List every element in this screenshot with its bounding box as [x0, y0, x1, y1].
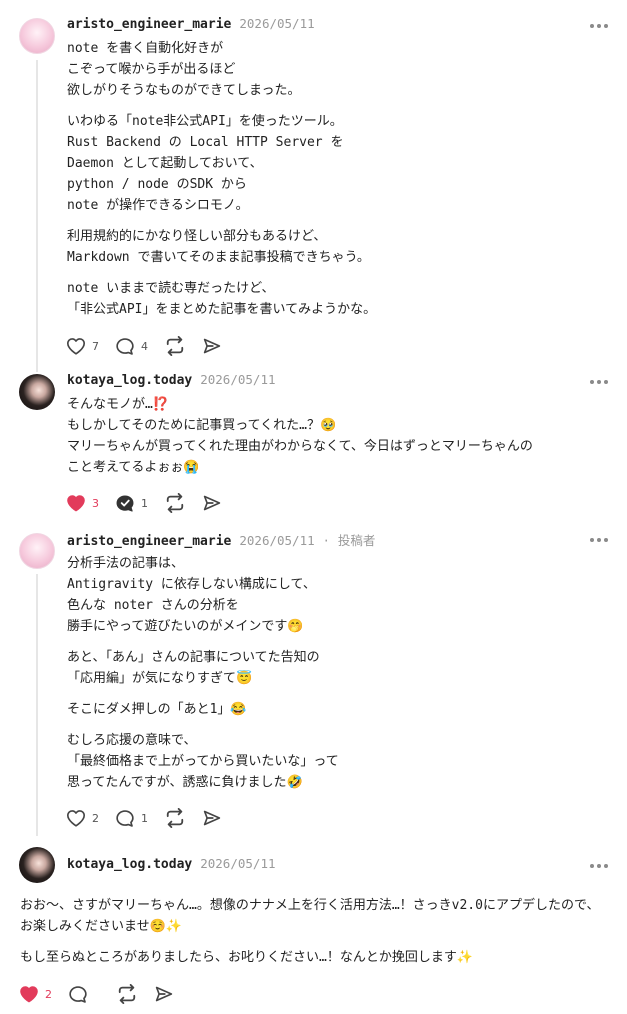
- more-dots-icon[interactable]: [590, 863, 608, 869]
- comment-date: 2026/05/11: [200, 856, 276, 871]
- comment-body: 分析手法の記事は、 Antigravity に依存しない構成にして、 色んな n…: [67, 553, 612, 803]
- comment-actions: 3 1: [66, 491, 238, 515]
- paragraph: そこにダメ押しの「あと1」😂: [67, 702, 247, 717]
- like-button[interactable]: 3: [66, 494, 99, 512]
- comment-body: おお〜、さすがマリーちゃん…。想像のナナメ上を行く活用方法…！さっきv2.0にア…: [20, 895, 610, 978]
- like-button[interactable]: 2: [66, 809, 99, 827]
- reply-button[interactable]: 1: [115, 494, 148, 513]
- comment-actions: 2 1: [66, 806, 238, 830]
- repost-button[interactable]: [164, 336, 186, 356]
- paragraph: note いままで読む専だったけど、 「非公式API」をまとめた記事を書いてみよ…: [67, 281, 377, 317]
- repost-icon: [166, 493, 184, 513]
- like-count: 3: [92, 496, 99, 510]
- author-badge: 投稿者: [337, 533, 376, 548]
- more-dots-icon[interactable]: [590, 537, 608, 543]
- share-button[interactable]: [202, 809, 222, 827]
- reply-button[interactable]: [68, 985, 100, 1004]
- heart-icon: [67, 495, 85, 512]
- paragraph: おお〜、さすがマリーちゃん…。想像のナナメ上を行く活用方法…！さっきv2.0にア…: [20, 898, 600, 934]
- send-icon: [203, 495, 221, 511]
- thread-line: [36, 574, 38, 836]
- reply-count: 1: [141, 496, 148, 510]
- like-button[interactable]: 2: [19, 985, 52, 1003]
- heart-icon: [67, 810, 85, 827]
- paragraph: 分析手法の記事は、 Antigravity に依存しない構成にして、 色んな n…: [67, 556, 316, 634]
- heart-icon: [20, 986, 38, 1003]
- comment-date: 2026/05/11: [200, 372, 276, 387]
- send-icon: [155, 986, 173, 1002]
- thread-line: [36, 60, 38, 372]
- comment-date: 2026/05/11: [239, 16, 315, 31]
- repost-button[interactable]: [164, 808, 186, 828]
- reply-button[interactable]: 4: [115, 337, 148, 356]
- username[interactable]: kotaya_log.today: [67, 857, 192, 872]
- username[interactable]: aristo_engineer_marie: [67, 17, 231, 32]
- paragraph: note を書く自動化好きが こぞって喉から手が出るほど 欲しがりそうなものがで…: [67, 41, 301, 98]
- paragraph: そんなモノが…⁉️ もしかしてそのために記事買ってくれた…？🥹 マリーちゃんが買…: [67, 397, 533, 475]
- like-count: 2: [92, 811, 99, 825]
- avatar[interactable]: [19, 847, 55, 883]
- separator-dot: ·: [322, 534, 330, 548]
- comment-body: そんなモノが…⁉️ もしかしてそのために記事買ってくれた…？🥹 マリーちゃんが買…: [67, 394, 612, 488]
- paragraph: 利用規約的にかなり怪しい部分もあるけど、 Markdown で書いてそのまま記事…: [67, 229, 370, 265]
- repost-button[interactable]: [164, 493, 186, 513]
- username[interactable]: kotaya_log.today: [67, 373, 192, 388]
- repost-icon: [166, 808, 184, 828]
- repost-button[interactable]: [116, 984, 138, 1004]
- more-dots-icon[interactable]: [590, 379, 608, 385]
- like-count: 7: [92, 339, 99, 353]
- comment-actions: 7 4: [66, 334, 238, 358]
- send-icon: [203, 810, 221, 826]
- username[interactable]: aristo_engineer_marie: [67, 534, 231, 549]
- send-icon: [203, 338, 221, 354]
- reply-count: 1: [141, 811, 148, 825]
- avatar[interactable]: [19, 18, 55, 54]
- more-dots-icon[interactable]: [590, 23, 608, 29]
- comment-actions: 2: [19, 982, 190, 1006]
- reply-button[interactable]: 1: [115, 809, 148, 828]
- heart-icon: [67, 338, 85, 355]
- avatar[interactable]: [19, 533, 55, 569]
- share-button[interactable]: [154, 985, 174, 1003]
- like-count: 2: [45, 987, 52, 1001]
- reply-count: 4: [141, 339, 148, 353]
- avatar[interactable]: [19, 374, 55, 410]
- repost-icon: [166, 336, 184, 356]
- speech-bubble-check-icon: [116, 494, 134, 512]
- share-button[interactable]: [202, 337, 222, 355]
- paragraph: いわゆる「note非公式API」を使ったツール。 Rust Backend の …: [67, 114, 344, 213]
- paragraph: むしろ応援の意味で、 「最終価格まで上がってから買いたいな」って 思ってたんです…: [67, 733, 339, 790]
- paragraph: もし至らぬところがありましたら、お叱りください…！なんとか挽回します✨: [20, 950, 474, 965]
- speech-bubble-icon: [116, 809, 134, 827]
- speech-bubble-icon: [69, 985, 87, 1003]
- share-button[interactable]: [202, 494, 222, 512]
- paragraph: あと、「あん」さんの記事についてた告知の 「応用編」が気になりすぎて😇: [67, 650, 320, 686]
- comment-body: note を書く自動化好きが こぞって喉から手が出るほど 欲しがりそうなものがで…: [67, 38, 612, 330]
- like-button[interactable]: 7: [66, 337, 99, 355]
- speech-bubble-icon: [116, 337, 134, 355]
- comment-date: 2026/05/11: [239, 533, 315, 548]
- repost-icon: [118, 984, 136, 1004]
